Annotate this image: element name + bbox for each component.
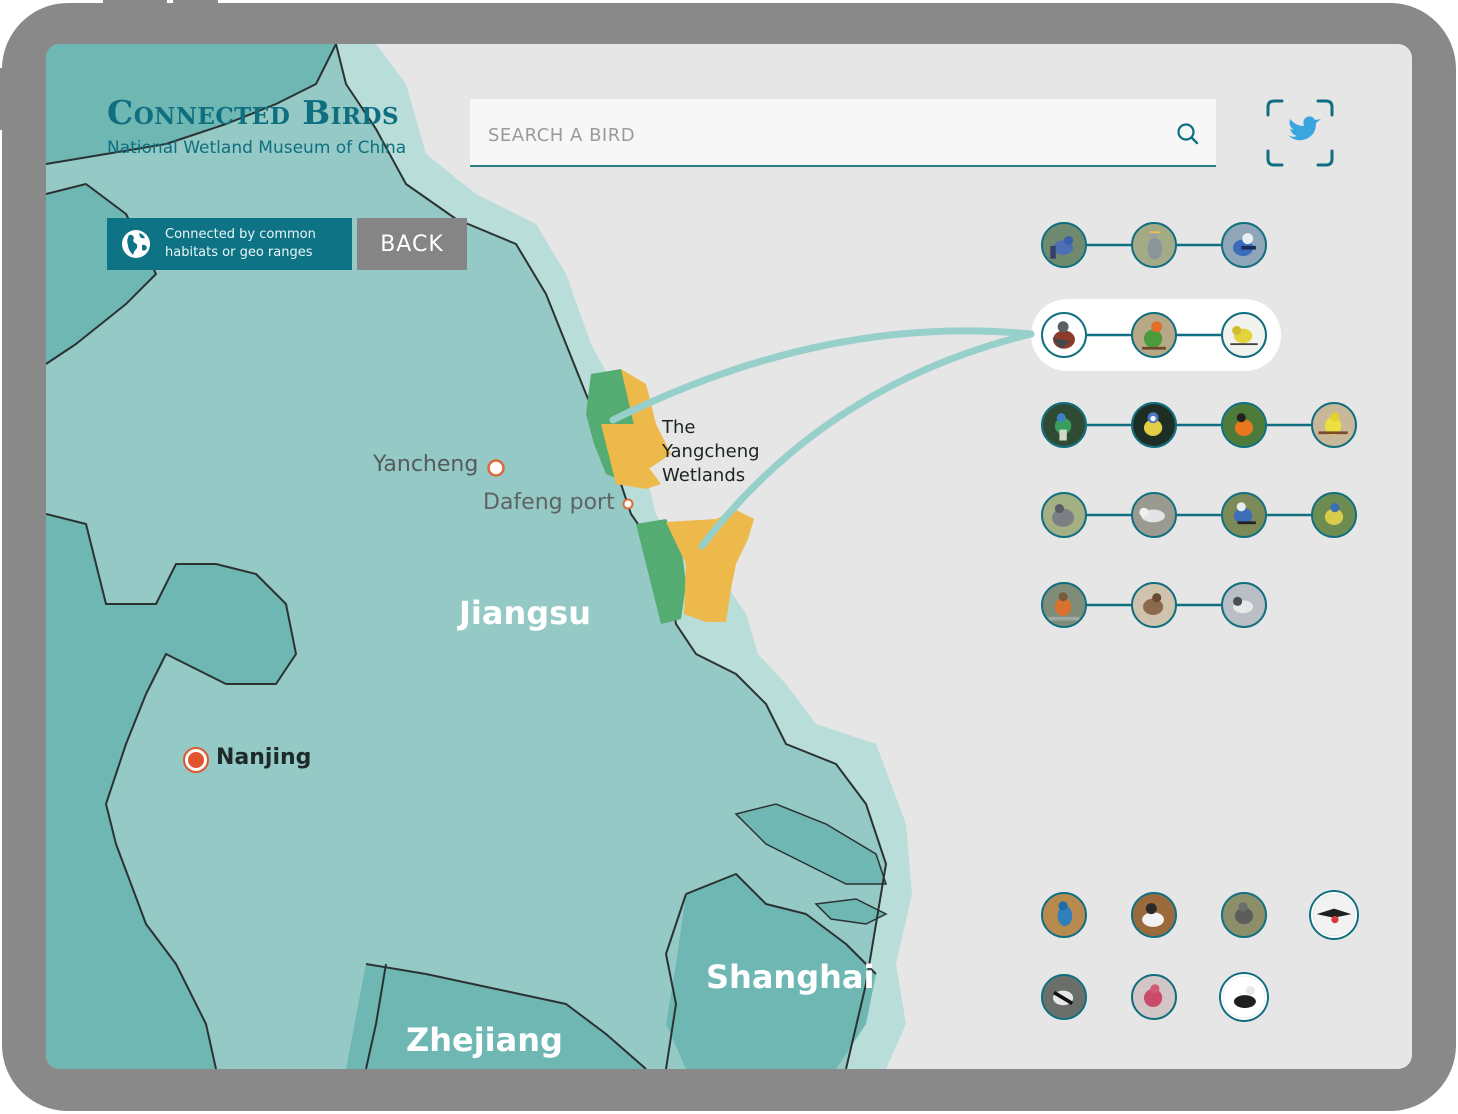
nanjing-marker[interactable] [188,752,204,768]
connection-filter[interactable]: Connected by common habitats or geo rang… [107,218,352,270]
bird-duck[interactable] [1131,892,1177,938]
bird-prairie-warbler[interactable] [1311,402,1357,448]
bird-robin[interactable] [1041,582,1087,628]
bird-yellow-warbler[interactable] [1221,312,1267,358]
map[interactable] [46,44,1412,1069]
back-button[interactable]: BACK [357,218,467,270]
bird-black-white-warbler[interactable] [1041,974,1087,1020]
map-label-zhejiang: Zhejiang [406,1021,563,1059]
bird-gull[interactable] [1131,492,1177,538]
map-label-yancheng: Yancheng [373,452,479,477]
bird-eider[interactable] [1221,974,1267,1020]
bird-scan-button[interactable] [1266,99,1334,167]
bird-blue-jay[interactable] [1221,222,1267,268]
bird-magpie-jay[interactable] [1221,492,1267,538]
bird-fairy-wren[interactable] [1041,222,1087,268]
app-logo: Connected Birds National Wetland Museum … [107,96,406,158]
app-screen: Yancheng Dafeng port Jiangsu Nanjing Sha… [46,44,1412,1069]
twitter-bird-icon [1288,116,1321,141]
search-input[interactable] [486,119,1150,151]
bird-quail[interactable] [1041,492,1087,538]
bird-junco[interactable] [1221,582,1267,628]
bird-starling[interactable] [1221,892,1267,938]
map-label-shanghai: Shanghai [706,958,875,996]
bird-oriole[interactable] [1221,402,1267,448]
bird-great-tit[interactable] [1311,492,1357,538]
bird-pink-finch[interactable] [1131,974,1177,1020]
bird-frigatebird[interactable] [1311,892,1357,938]
connection-filter-label: Connected by common habitats or geo rang… [165,227,316,260]
bird-grey-heron[interactable] [1131,222,1177,268]
map-label-wetlands: The Yangcheng Wetlands [662,417,760,486]
app-subtitle: National Wetland Museum of China [107,138,407,158]
search-icon[interactable] [1176,122,1200,146]
search-bar [470,99,1216,167]
bird-lovebird[interactable] [1131,312,1177,358]
globe-icon [122,230,150,258]
bird-sunbird[interactable] [1041,402,1087,448]
map-label-nanjing: Nanjing [216,745,312,770]
app-title: Connected Birds [107,93,400,132]
map-label-jiangsu: Jiangsu [459,594,591,632]
bird-blue-tit[interactable] [1131,402,1177,448]
map-label-dafeng: Dafeng port [483,490,615,515]
bird-kingfisher[interactable] [1041,892,1087,938]
dafeng-marker[interactable] [622,498,634,510]
bird-sparrow[interactable] [1131,582,1177,628]
bird-pigeon[interactable] [1041,312,1087,358]
yancheng-marker[interactable] [487,459,505,477]
